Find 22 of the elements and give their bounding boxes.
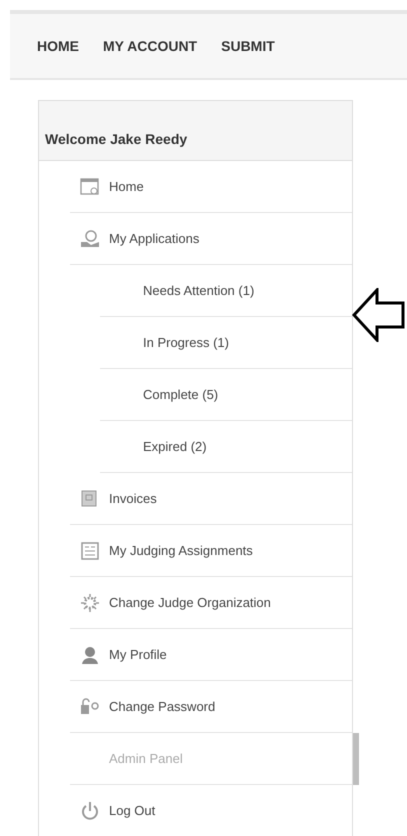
menu-item[interactable]: Change Judge Organization <box>70 577 352 629</box>
lock-icon <box>80 696 100 716</box>
nav-link[interactable]: HOME <box>37 36 79 56</box>
gear-icon <box>80 592 100 612</box>
nav-link[interactable]: MY ACCOUNT <box>103 36 198 56</box>
submenu-item[interactable]: Complete (5) <box>100 369 352 421</box>
menu-item[interactable]: Log Out <box>70 785 352 836</box>
menu-item[interactable]: My Applications <box>70 213 352 265</box>
menu-item[interactable]: Invoices <box>70 473 352 525</box>
submenu-item[interactable]: Needs Attention (1) <box>100 265 352 317</box>
submenu-item[interactable]: Expired (2) <box>100 421 352 473</box>
list-icon <box>80 540 100 560</box>
menu-item[interactable]: My Profile <box>70 629 352 681</box>
submenu-item[interactable]: In Progress (1) <box>100 317 352 369</box>
menu-item[interactable]: My Judging Assignments <box>70 525 352 577</box>
nav-link[interactable]: SUBMIT <box>221 36 275 56</box>
calendar-icon <box>80 176 100 196</box>
welcome-header: Welcome Jake Reedy <box>39 101 352 161</box>
menu-item[interactable]: Home <box>70 161 352 213</box>
menu-item[interactable]: Change Password <box>70 681 352 733</box>
person-icon <box>80 644 100 664</box>
power-icon <box>80 800 100 820</box>
